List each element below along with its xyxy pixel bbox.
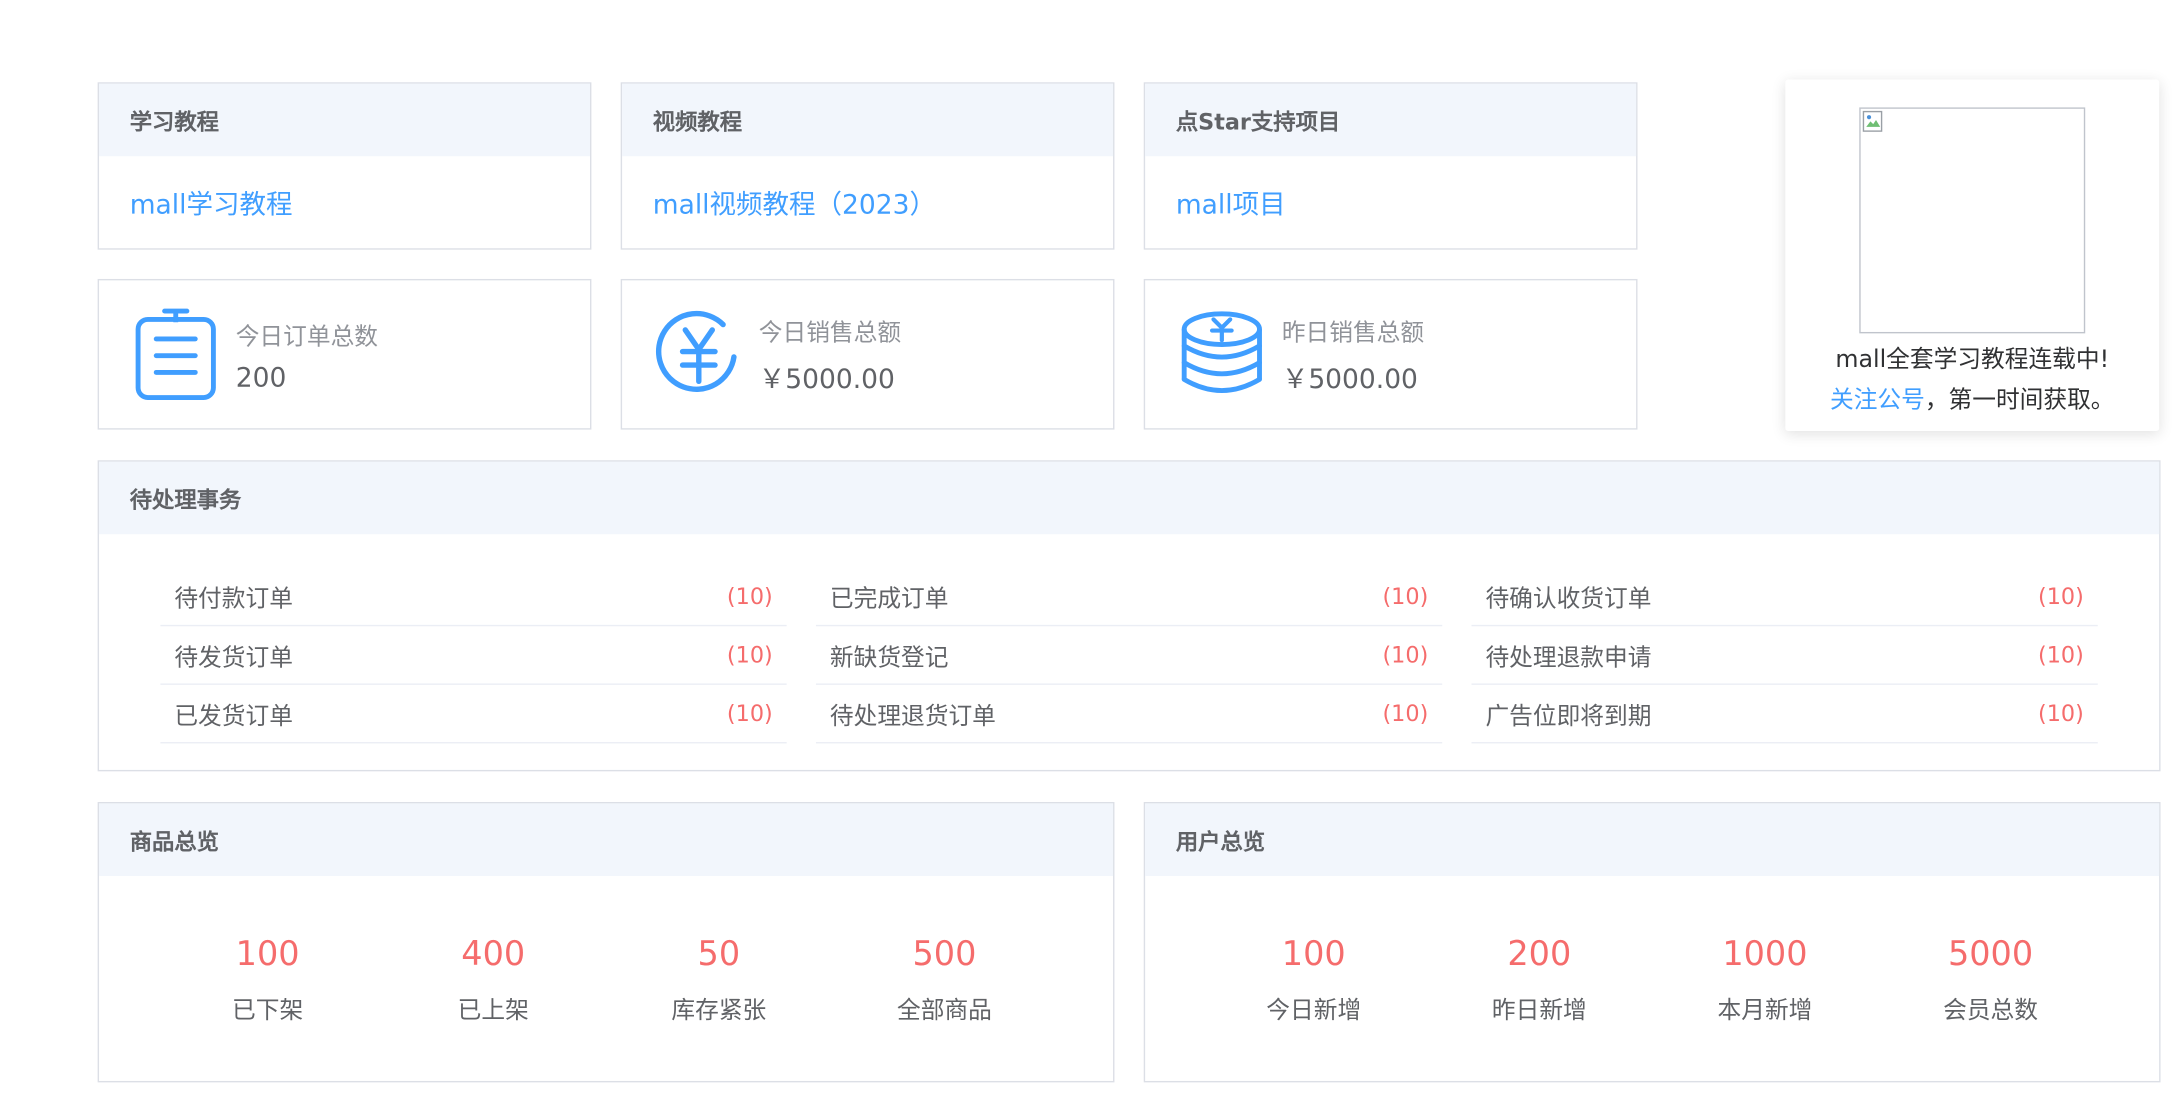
pending-count: (10) bbox=[2038, 583, 2084, 610]
user-overview-card: 用户总览 100 今日新增 200 昨日新增 1000 本月新增 5000 会员… bbox=[1143, 802, 2161, 1083]
study-tutorial-link[interactable]: mall学习教程 bbox=[130, 183, 293, 221]
overview-label: 昨日新增 bbox=[1491, 997, 1587, 1026]
overview-label: 会员总数 bbox=[1943, 997, 2038, 1026]
overview-value: 50 bbox=[697, 934, 741, 974]
overview-value: 1000 bbox=[1722, 934, 1808, 974]
card-header: 视频教程 bbox=[622, 83, 1114, 157]
overview-item: 5000 会员总数 bbox=[1907, 935, 2074, 1026]
overview-item: 100 今日新增 bbox=[1230, 935, 1397, 1026]
video-tutorial-link[interactable]: mall视频教程（2023） bbox=[653, 183, 936, 221]
pending-label: 待处理退货订单 bbox=[829, 702, 996, 731]
pending-count: (10) bbox=[1382, 583, 1429, 610]
pending-column: 已完成订单 (10) 新缺货登记 (10) 待处理退货订单 (10) bbox=[815, 568, 1443, 744]
overview-label: 全部商品 bbox=[897, 997, 992, 1026]
coin-stack-icon bbox=[1179, 308, 1265, 400]
overview-value: 100 bbox=[1281, 934, 1346, 974]
pending-count: (10) bbox=[726, 641, 773, 669]
overview-value: 200 bbox=[1507, 934, 1572, 974]
mall-project-link[interactable]: mall项目 bbox=[1176, 183, 1286, 221]
pending-count: (10) bbox=[1382, 641, 1429, 669]
pending-label: 已发货订单 bbox=[174, 702, 293, 731]
overview-label: 已下架 bbox=[232, 997, 304, 1026]
promo-panel: mall全套学习教程连载中! 关注公号，第一时间获取。 bbox=[1785, 79, 2160, 431]
yen-circle-icon bbox=[656, 308, 742, 400]
overview-value: 500 bbox=[912, 934, 977, 974]
overview-label: 已上架 bbox=[457, 997, 529, 1026]
overview-item: 1000 本月新增 bbox=[1681, 935, 1848, 1026]
pending-item[interactable]: 待发货订单 (10) bbox=[160, 626, 787, 685]
qr-code-image bbox=[1859, 107, 2086, 334]
stat-value: ￥5000.00 bbox=[758, 364, 895, 395]
pending-item[interactable]: 新缺货登记 (10) bbox=[815, 626, 1443, 685]
overview-value: 5000 bbox=[1947, 934, 2034, 974]
dashboard: 学习教程 mall学习教程 视频教程 mall视频教程（2023） 点Star支… bbox=[0, 0, 2176, 1108]
pending-label: 待处理退款申请 bbox=[1485, 644, 1652, 673]
stat-label: 昨日销售总额 bbox=[1281, 319, 1425, 348]
pending-item[interactable]: 待处理退款申请 (10) bbox=[1471, 626, 2098, 685]
overview-label: 本月新增 bbox=[1717, 997, 1813, 1026]
card-header: 商品总览 bbox=[99, 803, 1114, 876]
pending-tasks-card: 待处理事务 待付款订单 (10) 待发货订单 (10) 已发货订单 (10) 已… bbox=[97, 460, 2161, 772]
pending-label: 待确认收货订单 bbox=[1485, 585, 1652, 614]
pending-count: (10) bbox=[2038, 700, 2084, 727]
overview-item: 100 已下架 bbox=[184, 935, 351, 1026]
pending-item[interactable]: 广告位即将到期 (10) bbox=[1471, 685, 2098, 744]
pending-label: 待付款订单 bbox=[174, 585, 293, 614]
pending-count: (10) bbox=[1382, 700, 1429, 727]
tutorial-card-star: 点Star支持项目 mall项目 bbox=[1143, 82, 1638, 250]
pending-column: 待确认收货订单 (10) 待处理退款申请 (10) 广告位即将到期 (10) bbox=[1471, 568, 2098, 744]
pending-item[interactable]: 待确认收货订单 (10) bbox=[1471, 568, 2098, 627]
stat-value: 200 bbox=[235, 361, 287, 393]
overview-item: 50 库存紧张 bbox=[635, 935, 802, 1026]
pending-item[interactable]: 已发货订单 (10) bbox=[160, 685, 787, 744]
tutorial-card-video: 视频教程 mall视频教程（2023） bbox=[620, 82, 1115, 250]
card-header: 学习教程 bbox=[99, 83, 591, 157]
pending-item[interactable]: 待付款订单 (10) bbox=[160, 568, 787, 627]
tutorial-card-study: 学习教程 mall学习教程 bbox=[97, 82, 592, 250]
clipboard-icon bbox=[133, 308, 219, 400]
product-overview-card: 商品总览 100 已下架 400 已上架 50 库存紧张 500 全部商品 bbox=[97, 802, 1115, 1083]
pending-column: 待付款订单 (10) 待发货订单 (10) 已发货订单 (10) bbox=[160, 568, 787, 744]
pending-count: (10) bbox=[2038, 641, 2084, 669]
card-header: 用户总览 bbox=[1145, 803, 2160, 876]
stat-card-yesterday-sales: 昨日销售总额 ￥5000.00 bbox=[1143, 278, 1638, 430]
pending-item[interactable]: 待处理退货订单 (10) bbox=[815, 685, 1443, 744]
overview-value: 400 bbox=[461, 934, 526, 974]
pending-item[interactable]: 已完成订单 (10) bbox=[815, 568, 1443, 627]
follow-account-link[interactable]: 关注公号 bbox=[1830, 386, 1925, 414]
pending-label: 已完成订单 bbox=[829, 585, 949, 614]
promo-text-rest: ，第一时间获取。 bbox=[1924, 386, 2115, 415]
pending-label: 待发货订单 bbox=[174, 644, 293, 673]
pending-label: 新缺货登记 bbox=[829, 644, 949, 673]
card-header: 待处理事务 bbox=[99, 461, 2160, 535]
stat-label: 今日订单总数 bbox=[235, 322, 378, 351]
overview-label: 今日新增 bbox=[1266, 997, 1362, 1026]
stat-label: 今日销售总额 bbox=[758, 319, 902, 348]
broken-image-icon bbox=[1862, 110, 1883, 132]
stat-card-today-orders: 今日订单总数 200 bbox=[97, 278, 592, 430]
overview-value: 100 bbox=[235, 934, 300, 974]
pending-count: (10) bbox=[726, 583, 773, 610]
overview-item: 200 昨日新增 bbox=[1456, 935, 1623, 1026]
overview-item: 500 全部商品 bbox=[861, 935, 1028, 1026]
overview-label: 库存紧张 bbox=[671, 997, 767, 1026]
overview-item: 400 已上架 bbox=[410, 935, 577, 1026]
stat-card-today-sales: 今日销售总额 ￥5000.00 bbox=[620, 278, 1115, 430]
pending-count: (10) bbox=[726, 700, 773, 727]
stat-value: ￥5000.00 bbox=[1281, 364, 1418, 395]
card-header: 点Star支持项目 bbox=[1145, 83, 1637, 157]
pending-label: 广告位即将到期 bbox=[1485, 702, 1652, 731]
promo-text: mall全套学习教程连载中! bbox=[1835, 345, 2110, 374]
